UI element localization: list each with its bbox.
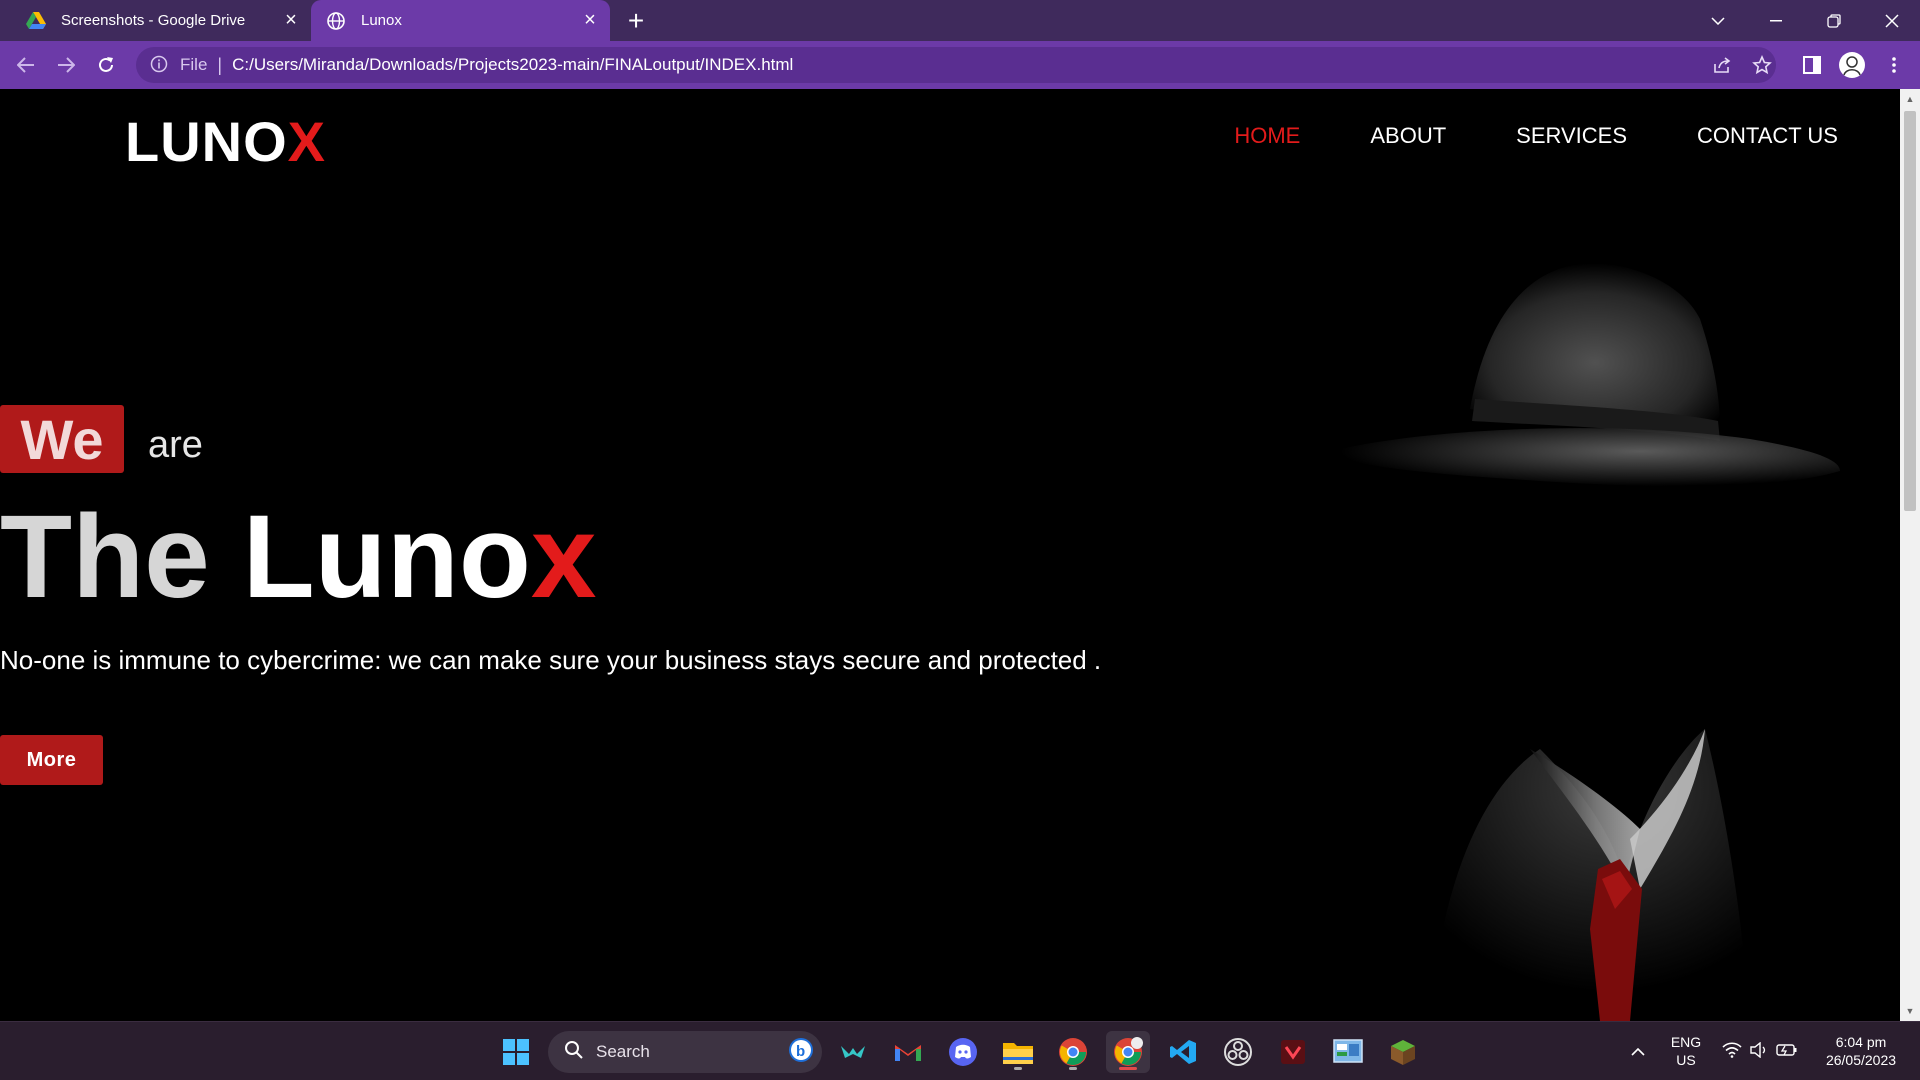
logo-text: LUNO	[125, 110, 288, 173]
side-panel-icon[interactable]	[1796, 49, 1828, 81]
scrollbar-thumb[interactable]	[1904, 111, 1916, 511]
hero-headline: The Lunox	[0, 489, 597, 625]
scroll-down-arrow-icon[interactable]: ▼	[1900, 1003, 1920, 1019]
tab-google-drive[interactable]: Screenshots - Google Drive ×	[11, 0, 311, 41]
discord-icon[interactable]	[941, 1031, 985, 1073]
profile-avatar[interactable]	[1836, 49, 1868, 81]
chrome-profile-icon[interactable]	[1106, 1031, 1150, 1073]
hero-tagline: No-one is immune to cybercrime: we can m…	[0, 645, 1102, 675]
headline-the: The	[0, 491, 210, 623]
new-tab-button[interactable]: +	[620, 5, 652, 36]
start-icon[interactable]	[494, 1031, 538, 1073]
language-indicator[interactable]: ENG US	[1660, 1033, 1712, 1069]
windows-taskbar: Search b ENG US 6:04 pm 26/05/2023	[0, 1021, 1920, 1080]
forward-button[interactable]	[50, 49, 82, 81]
are-text: are	[148, 424, 203, 466]
bing-icon[interactable]: b	[788, 1037, 814, 1068]
browser-toolbar: File | C:/Users/Miranda/Downloads/Projec…	[0, 41, 1920, 89]
page-scrollbar[interactable]: ▲ ▼	[1900, 89, 1920, 1021]
tab-strip: Screenshots - Google Drive × Lunox × +	[0, 0, 1920, 41]
taskbar-search[interactable]: Search b	[548, 1031, 822, 1073]
back-button[interactable]	[10, 49, 42, 81]
battery-icon	[1776, 1043, 1798, 1062]
tab-lunox[interactable]: Lunox ×	[311, 0, 610, 41]
more-button[interactable]: More	[0, 735, 103, 785]
clock[interactable]: 6:04 pm 26/05/2023	[1816, 1033, 1906, 1069]
globe-icon	[325, 10, 347, 32]
chevron-up-icon[interactable]	[1616, 1031, 1660, 1073]
volume-icon	[1750, 1041, 1768, 1063]
logo-accent: X	[287, 110, 327, 173]
url-scheme-label: File	[180, 55, 208, 74]
lang-line2: US	[1676, 1052, 1696, 1068]
nav-about[interactable]: ABOUT	[1370, 123, 1446, 149]
menu-kebab-icon[interactable]	[1878, 49, 1910, 81]
chrome-icon[interactable]	[1051, 1031, 1095, 1073]
minimize-button[interactable]	[1748, 0, 1804, 41]
google-drive-icon	[25, 10, 47, 32]
tab-search-chevron-icon[interactable]	[1690, 0, 1746, 41]
nav-services[interactable]: SERVICES	[1516, 123, 1627, 149]
running-indicator	[1014, 1067, 1022, 1070]
close-window-button[interactable]	[1864, 0, 1920, 41]
file-explorer-icon[interactable]	[996, 1031, 1040, 1073]
tab-title: Lunox	[361, 12, 402, 29]
minecraft-icon[interactable]	[1381, 1031, 1425, 1073]
running-indicator-active	[1119, 1067, 1137, 1070]
url-text[interactable]: C:/Users/Miranda/Downloads/Projects2023-…	[232, 55, 793, 75]
hooded-figure-image	[1280, 189, 1900, 1021]
scroll-up-arrow-icon[interactable]: ▲	[1900, 91, 1920, 107]
share-icon[interactable]	[1706, 49, 1738, 81]
bookmark-star-icon[interactable]	[1746, 49, 1778, 81]
search-label: Search	[596, 1042, 650, 1061]
bird-app-icon[interactable]	[831, 1031, 875, 1073]
obs-icon[interactable]	[1216, 1031, 1260, 1073]
svg-text:b: b	[796, 1043, 805, 1060]
wifi-icon	[1722, 1041, 1742, 1063]
gmail-icon[interactable]	[886, 1031, 930, 1073]
address-bar[interactable]: File | C:/Users/Miranda/Downloads/Projec…	[136, 47, 1776, 83]
restore-button[interactable]	[1806, 0, 1862, 41]
close-tab-icon[interactable]: ×	[277, 7, 305, 35]
reload-button[interactable]	[90, 49, 122, 81]
close-tab-icon[interactable]: ×	[576, 7, 604, 35]
vscode-icon[interactable]	[1161, 1031, 1205, 1073]
nav-home[interactable]: HOME	[1234, 123, 1300, 149]
info-icon[interactable]	[150, 55, 170, 75]
we-badge: We	[0, 405, 124, 473]
headline-main: Luno	[242, 491, 531, 623]
red-app-icon[interactable]	[1271, 1031, 1315, 1073]
search-icon	[564, 1040, 584, 1065]
lang-line1: ENG	[1670, 1034, 1702, 1050]
url-separator: |	[217, 54, 223, 75]
web-page: LUNOX HOME ABOUT SERVICES CONTACT US We …	[0, 89, 1900, 1021]
site-logo[interactable]: LUNOX	[125, 109, 326, 174]
clock-time: 6:04 pm	[1835, 1034, 1887, 1050]
main-nav: HOME ABOUT SERVICES CONTACT US	[1164, 123, 1838, 149]
clock-date: 26/05/2023	[1825, 1052, 1897, 1068]
nav-contact-us[interactable]: CONTACT US	[1697, 123, 1838, 149]
system-tray[interactable]	[1710, 1031, 1810, 1073]
running-indicator	[1069, 1067, 1077, 1070]
headline-accent: x	[530, 491, 597, 623]
control-panel-icon[interactable]	[1326, 1031, 1370, 1073]
tab-title: Screenshots - Google Drive	[61, 12, 246, 29]
we-text: We	[20, 407, 104, 471]
